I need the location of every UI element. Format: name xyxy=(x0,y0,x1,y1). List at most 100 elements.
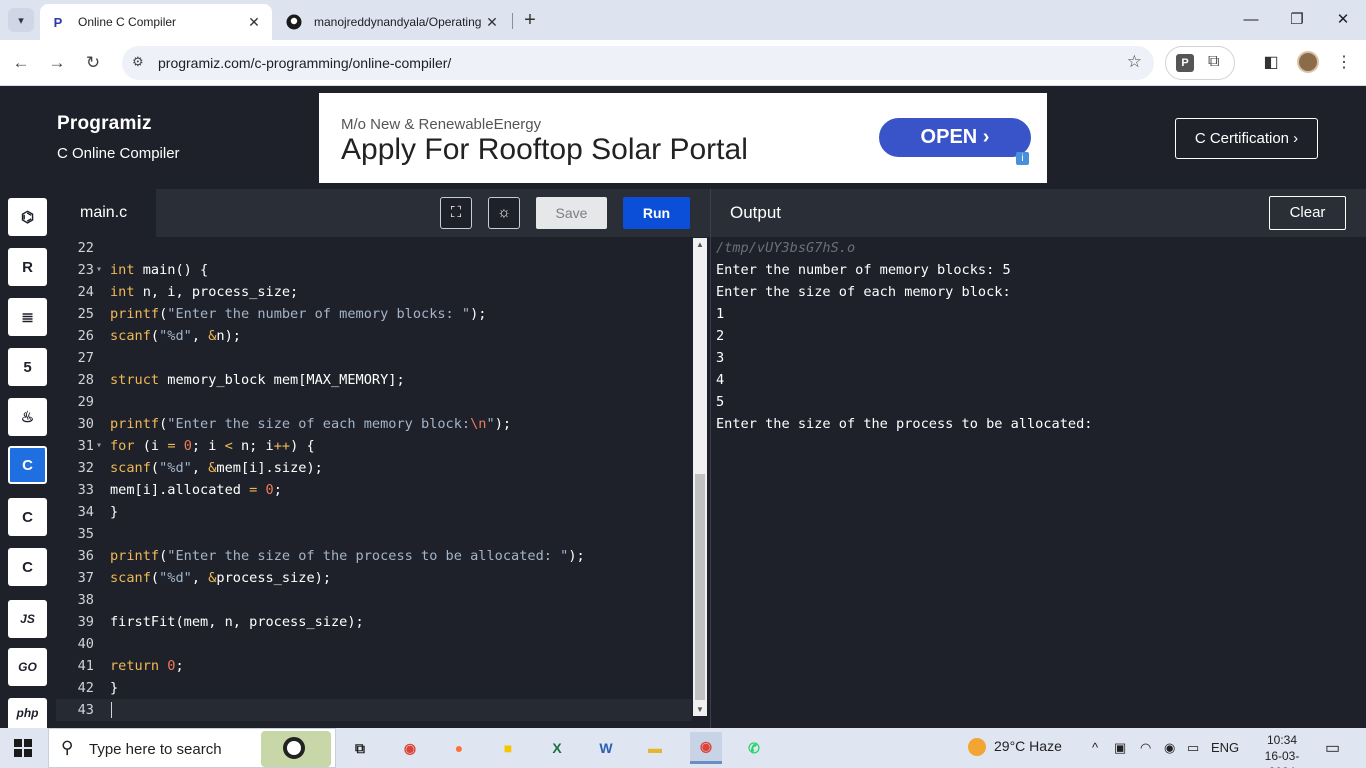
restore-icon[interactable]: ❐ xyxy=(1274,0,1320,40)
bookmark-star-icon[interactable]: ☆ xyxy=(1127,52,1142,72)
close-tab-icon[interactable]: ✕ xyxy=(246,14,262,31)
code-text: int n, i, process_size; xyxy=(110,284,299,300)
ad-open-button[interactable]: OPEN › xyxy=(879,118,1031,157)
weather-icon xyxy=(968,738,986,757)
scroll-up-icon[interactable]: ▲ xyxy=(696,240,704,249)
code-line[interactable]: 34} xyxy=(56,501,692,523)
code-line[interactable]: 37 scanf("%d", &process_size); xyxy=(56,567,692,589)
tab-github[interactable]: manojreddynandyala/Operating ✕ xyxy=(276,4,510,40)
code-line[interactable]: 26 scanf("%d", &n); xyxy=(56,325,692,347)
ad-headline[interactable]: Apply For Rooftop Solar Portal xyxy=(341,133,748,167)
taskbar-clock[interactable]: 10:34 16-03-2024 xyxy=(1252,732,1312,768)
php-icon[interactable]: php xyxy=(8,698,47,728)
code-line[interactable]: 40 xyxy=(56,633,692,655)
new-tab-icon[interactable]: + xyxy=(518,8,542,32)
tab-search-dropdown[interactable]: ▾ xyxy=(8,8,34,32)
chrome-icon[interactable]: ◉ xyxy=(394,732,426,764)
url-text[interactable]: programiz.com/c-programming/online-compi… xyxy=(158,55,451,71)
camera-icon[interactable]: ◉ xyxy=(1164,740,1175,756)
taskbar-search-box[interactable]: ⚲ Type here to search xyxy=(48,728,336,768)
close-tab-icon[interactable]: ✕ xyxy=(484,14,500,31)
output-console[interactable]: /tmp/vUY3bsG7hS.o Enter the number of me… xyxy=(710,237,1366,728)
address-bar[interactable]: ⚙ programiz.com/c-programming/online-com… xyxy=(122,46,1154,80)
code-line[interactable]: 33 mem[i].allocated = 0; xyxy=(56,479,692,501)
tab-separator xyxy=(512,13,513,29)
code-line[interactable]: 42} xyxy=(56,677,692,699)
clear-button[interactable]: Clear xyxy=(1269,196,1346,230)
weather-widget[interactable]: 29°C Haze xyxy=(968,738,1062,757)
code-line[interactable]: 24 int n, i, process_size; xyxy=(56,281,692,303)
cpp-icon[interactable]: C xyxy=(8,498,47,536)
csharp-icon[interactable]: C xyxy=(8,548,47,586)
whatsapp-icon[interactable]: ✆ xyxy=(738,732,770,764)
scrollbar-thumb[interactable] xyxy=(695,474,705,700)
theme-toggle-icon[interactable]: ☼ xyxy=(488,197,520,229)
code-line[interactable]: 39 firstFit(mem, n, process_size); xyxy=(56,611,692,633)
fold-arrow-icon[interactable]: ▾ xyxy=(96,259,102,281)
code-line[interactable]: 29 xyxy=(56,391,692,413)
chrome-profile-icon[interactable]: ◉ xyxy=(690,732,722,764)
code-line[interactable]: 38 xyxy=(56,589,692,611)
firefox-icon[interactable]: ● xyxy=(443,732,475,764)
code-line[interactable]: 23 ▾ int main() { xyxy=(56,259,692,281)
reload-icon[interactable]: ↻ xyxy=(80,50,106,76)
code-line[interactable]: 31 ▾ for (i = 0; i < n; i++) { xyxy=(56,435,692,457)
side-panel-icon[interactable]: ◧ xyxy=(1259,50,1283,76)
tray-overflow-icon[interactable]: ^ xyxy=(1092,740,1098,755)
line-number: 37 xyxy=(77,570,94,586)
python-icon[interactable]: ⌬ xyxy=(8,198,47,236)
profile-avatar[interactable] xyxy=(1297,51,1319,73)
forward-icon[interactable]: → xyxy=(44,50,70,76)
tray-app-icon[interactable]: ▣ xyxy=(1114,740,1126,756)
sticky-notes-icon[interactable]: ■ xyxy=(492,732,524,764)
excel-icon[interactable]: X xyxy=(541,732,573,764)
file-tab-main-c[interactable]: main.c xyxy=(56,189,156,237)
code-line[interactable]: 43 xyxy=(56,699,692,721)
c-certification-button[interactable]: C Certification › xyxy=(1175,118,1318,159)
word-icon[interactable]: W xyxy=(590,732,622,764)
site-info-icon[interactable]: ⚙ xyxy=(132,54,144,70)
code-line[interactable]: 27 xyxy=(56,347,692,369)
language-indicator[interactable]: ENG xyxy=(1211,740,1239,755)
code-line[interactable]: 35 xyxy=(56,523,692,545)
back-icon[interactable]: ← xyxy=(8,50,34,76)
puzzle-icon[interactable]: ⧉ xyxy=(1208,53,1219,71)
ad-info-icon[interactable]: i xyxy=(1016,152,1029,165)
extension-icon[interactable]: P xyxy=(1176,54,1194,72)
editor-scrollbar[interactable]: ▲ ▼ xyxy=(693,238,707,716)
programiz-logo[interactable]: Programiz xyxy=(57,113,152,135)
code-line[interactable]: 25 printf("Enter the number of memory blo… xyxy=(56,303,692,325)
java-icon[interactable]: ♨ xyxy=(8,398,47,436)
go-icon[interactable]: GO xyxy=(8,648,47,686)
task-view-icon[interactable]: ⧉ xyxy=(344,732,376,764)
html-icon[interactable]: 5 xyxy=(8,348,47,386)
scroll-down-icon[interactable]: ▼ xyxy=(696,705,704,714)
code-line[interactable]: 28 struct memory_block mem[MAX_MEMORY]; xyxy=(56,369,692,391)
code-line[interactable]: 41 return 0; xyxy=(56,655,692,677)
c-lang-icon[interactable]: C xyxy=(8,446,47,484)
fullscreen-icon[interactable]: ⛶ xyxy=(440,197,472,229)
more-menu-icon[interactable]: ⋮ xyxy=(1332,50,1356,76)
battery-icon[interactable]: ▭ xyxy=(1187,740,1199,756)
tab-online-c-compiler[interactable]: P Online C Compiler ✕ xyxy=(40,4,272,40)
javascript-icon[interactable]: JS xyxy=(8,600,47,638)
wifi-icon[interactable]: ◠ xyxy=(1140,740,1151,756)
code-editor[interactable]: 22 23 ▾ int main() {24 int n, i, process_siz… xyxy=(56,237,710,728)
windows-start-icon[interactable] xyxy=(14,739,32,757)
code-line[interactable]: 36 printf("Enter the size of the process … xyxy=(56,545,692,567)
close-window-icon[interactable]: ✕ xyxy=(1320,0,1366,40)
run-button[interactable]: Run xyxy=(623,197,690,229)
ad-banner[interactable]: M/o New & RenewableEnergy Apply For Roof… xyxy=(319,93,1047,183)
minimize-icon[interactable]: — xyxy=(1228,0,1274,40)
r-lang-icon[interactable]: R xyxy=(8,248,47,286)
fold-arrow-icon[interactable]: ▾ xyxy=(96,435,102,457)
save-button[interactable]: Save xyxy=(536,197,607,229)
code-line[interactable]: 22 xyxy=(56,237,692,259)
search-highlight-image[interactable] xyxy=(261,731,331,767)
file-explorer-icon[interactable]: ▬ xyxy=(639,732,671,764)
code-line[interactable]: 32 scanf("%d", &mem[i].size); xyxy=(56,457,692,479)
notification-icon[interactable]: ▭ xyxy=(1325,738,1340,758)
sql-icon[interactable]: ≣ xyxy=(8,298,47,336)
code-line[interactable]: 30 printf("Enter the size of each memory … xyxy=(56,413,692,435)
programiz-favicon-icon: P xyxy=(53,14,63,30)
